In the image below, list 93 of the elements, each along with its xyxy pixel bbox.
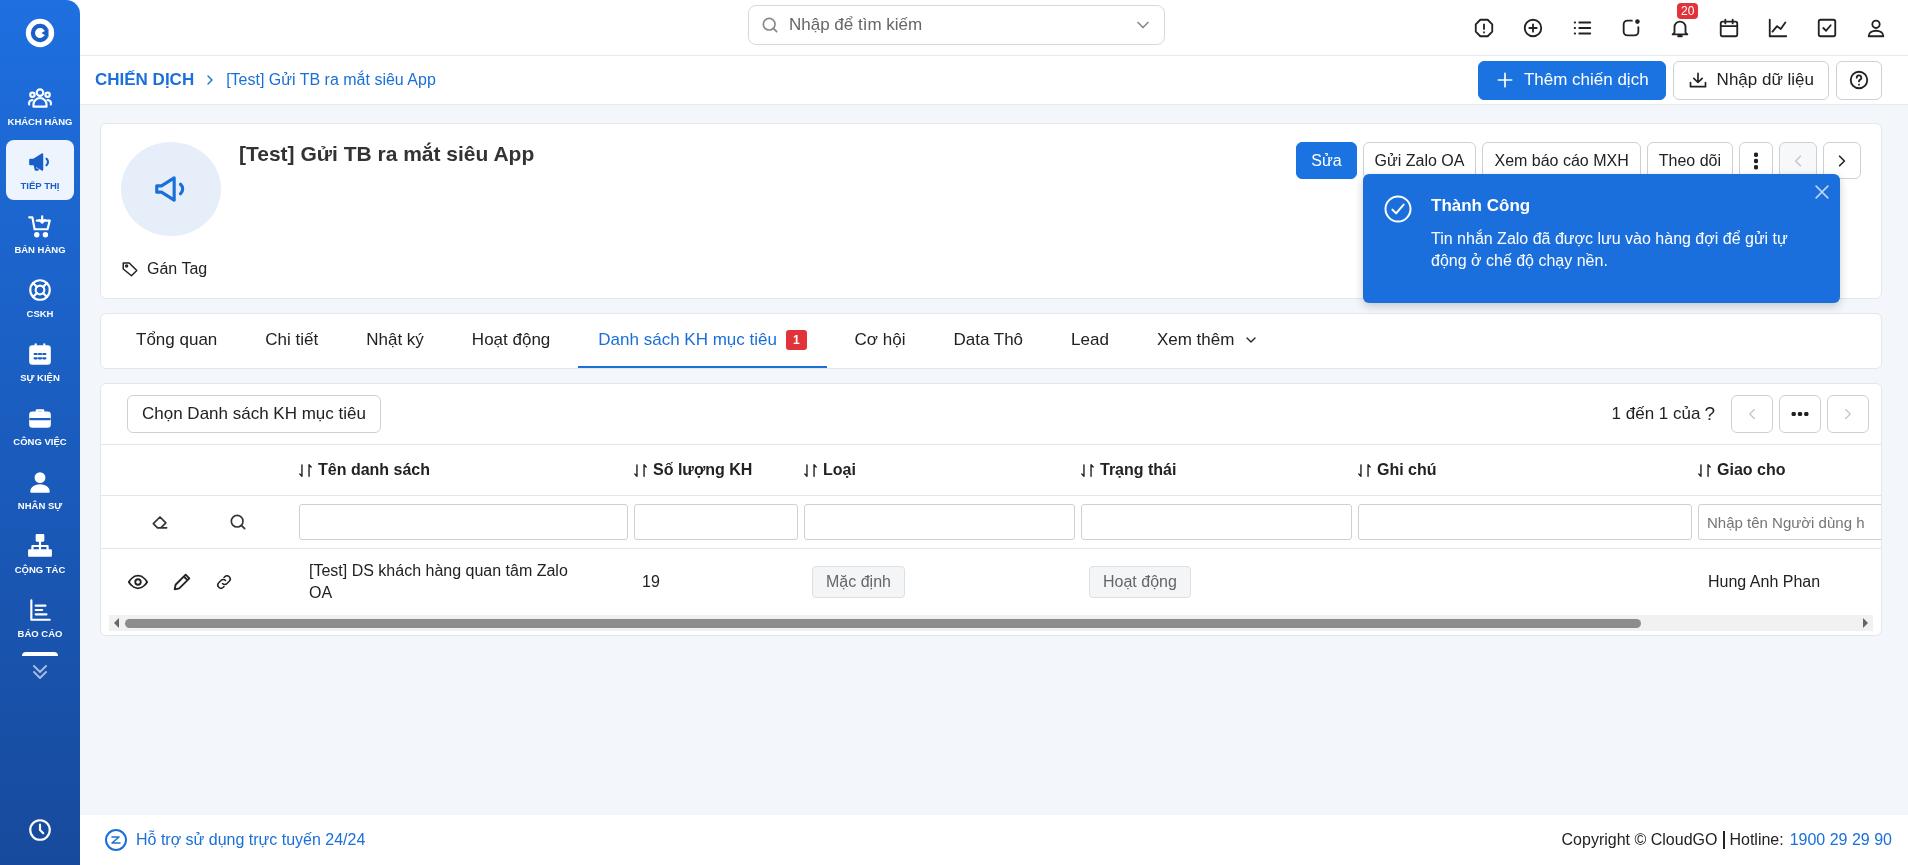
sort-icon bbox=[1079, 461, 1096, 479]
tab[interactable]: Cơ hội bbox=[834, 314, 926, 368]
support-link[interactable]: Hỗ trợ sử dụng trực tuyến 24/24 bbox=[136, 831, 366, 849]
hotline-label: Hotline: bbox=[1723, 831, 1784, 849]
alert-icon[interactable] bbox=[1473, 16, 1495, 39]
sidebar-item[interactable]: SỰ KIỆN bbox=[6, 332, 74, 392]
search-field[interactable]: Nhập để tìm kiếm bbox=[748, 5, 1165, 45]
calendar-icon[interactable] bbox=[1718, 16, 1740, 39]
next-button[interactable] bbox=[1823, 142, 1861, 179]
check-circle-icon bbox=[1383, 194, 1413, 224]
search-icon bbox=[760, 15, 780, 35]
sidebar-item[interactable]: CSKH bbox=[6, 268, 74, 328]
calendar-icon bbox=[27, 341, 53, 367]
sidebar-item[interactable]: KHÁCH HÀNG bbox=[6, 76, 74, 136]
tag-link[interactable]: Gán Tag bbox=[121, 260, 221, 278]
campaign-title: [Test] Gửi TB ra mắt siêu App bbox=[239, 142, 535, 167]
filter-field[interactable] bbox=[634, 504, 798, 540]
report-icon bbox=[27, 597, 53, 623]
org-chart-icon bbox=[27, 533, 53, 559]
column-header[interactable]: Số lượng KH bbox=[632, 445, 802, 496]
help-button[interactable] bbox=[1836, 60, 1882, 100]
pencil-icon[interactable] bbox=[171, 571, 193, 593]
toast-message: Tin nhắn Zalo đã được lưu vào hàng đợi để gửi tự động ở chế độ chạy nền. bbox=[1431, 228, 1789, 272]
copyright-text: Copyright © CloudGO bbox=[1561, 831, 1718, 849]
sidebar-item[interactable]: BÁO CÁO bbox=[6, 588, 74, 648]
more-icon bbox=[1754, 151, 1758, 170]
select-list-button[interactable]: Chọn Danh sách KH mục tiêu bbox=[127, 395, 381, 433]
tab[interactable]: Danh sách KH mục tiêu 1 bbox=[578, 314, 827, 368]
count-badge: 1 bbox=[785, 330, 807, 350]
filter-field[interactable] bbox=[804, 504, 1075, 540]
sort-icon bbox=[1356, 461, 1373, 479]
column-header[interactable]: Ghi chú bbox=[1356, 445, 1696, 496]
tag-icon bbox=[121, 260, 139, 278]
tab[interactable]: Data Thô bbox=[933, 314, 1044, 368]
table-cell-text: Hung Anh Phan bbox=[1707, 573, 1821, 591]
tab[interactable]: Xem thêm bbox=[1136, 314, 1280, 368]
help-icon bbox=[1848, 69, 1870, 91]
type-tag: Mặc định bbox=[812, 566, 905, 598]
table-cell-text: 19 bbox=[641, 573, 660, 591]
chat-logo-icon[interactable] bbox=[104, 828, 128, 852]
sidebar-item[interactable]: BÁN HÀNG bbox=[6, 204, 74, 264]
breadcrumb-link[interactable]: [Test] Gửi TB ra mắt siêu App bbox=[226, 71, 436, 89]
sort-icon bbox=[1696, 461, 1713, 479]
column-header[interactable]: Tên danh sách bbox=[297, 445, 632, 496]
link-icon[interactable] bbox=[215, 573, 233, 591]
sort-icon bbox=[632, 461, 649, 479]
more-button[interactable] bbox=[1779, 395, 1821, 433]
column-header[interactable]: Giao cho bbox=[1696, 445, 1881, 496]
filter-field[interactable] bbox=[1358, 504, 1692, 540]
action-button[interactable]: Sửa bbox=[1296, 142, 1357, 179]
column-header[interactable]: Loại bbox=[802, 445, 1079, 496]
person-icon bbox=[27, 469, 53, 495]
status-tag: Hoạt động bbox=[1089, 566, 1191, 598]
table-cell-text: [Test] DS khách hàng quan tâm Zalo OA bbox=[308, 561, 569, 603]
column-header[interactable]: Trạng thái bbox=[1079, 445, 1356, 496]
tab[interactable]: Hoạt động bbox=[451, 314, 571, 368]
line-chart-icon[interactable] bbox=[1767, 16, 1789, 39]
tab[interactable]: Tổng quan bbox=[116, 314, 238, 368]
tab[interactable]: Lead bbox=[1051, 314, 1129, 368]
tab[interactable]: Nhật ký bbox=[346, 314, 444, 368]
sidebar-item[interactable]: CÔNG VIỆC bbox=[6, 396, 74, 456]
chevron-left-icon bbox=[1794, 153, 1802, 168]
import-data-button[interactable]: Nhập dữ liệu bbox=[1672, 60, 1829, 100]
notification-badge: 20 bbox=[1677, 2, 1699, 19]
sort-icon bbox=[802, 461, 819, 479]
tab[interactable]: Chi tiết bbox=[245, 314, 339, 368]
horizontal-scrollbar[interactable] bbox=[109, 615, 1873, 631]
lifebuoy-icon bbox=[27, 277, 53, 303]
add-campaign-button[interactable]: Thêm chiến dịch bbox=[1477, 60, 1666, 100]
sidebar-item[interactable]: NHÂN SỰ bbox=[6, 460, 74, 520]
filter-field[interactable] bbox=[1081, 504, 1352, 540]
filter-field[interactable] bbox=[299, 504, 628, 540]
sidebar-item[interactable]: CỘNG TÁC bbox=[6, 524, 74, 584]
pagination-text: 1 đến 1 của bbox=[1611, 404, 1701, 424]
more-icon bbox=[1791, 412, 1809, 416]
sort-icon bbox=[297, 461, 314, 479]
chevron-right-icon bbox=[1838, 153, 1846, 168]
close-icon[interactable] bbox=[1812, 182, 1832, 202]
download-icon bbox=[1687, 70, 1708, 90]
total-count: ? bbox=[1704, 403, 1715, 425]
cart-icon bbox=[27, 213, 53, 239]
checkbox-icon[interactable] bbox=[1816, 16, 1838, 39]
filter-field[interactable]: Nhập tên Người dùng h bbox=[1698, 504, 1881, 540]
users-icon bbox=[27, 85, 53, 111]
add-icon[interactable] bbox=[1522, 16, 1544, 39]
hotline-link[interactable]: 1900 29 29 90 bbox=[1789, 831, 1892, 849]
history-clock-icon[interactable] bbox=[27, 817, 53, 843]
logo-icon bbox=[23, 16, 57, 50]
search-icon[interactable] bbox=[228, 512, 248, 532]
sidebar-item[interactable]: TIẾP THỊ bbox=[6, 140, 74, 200]
chat-square-icon[interactable] bbox=[1620, 16, 1642, 39]
breadcrumb-link[interactable]: CHIẾN DỊCH bbox=[95, 70, 195, 90]
toast-title: Thành Công bbox=[1431, 196, 1532, 216]
